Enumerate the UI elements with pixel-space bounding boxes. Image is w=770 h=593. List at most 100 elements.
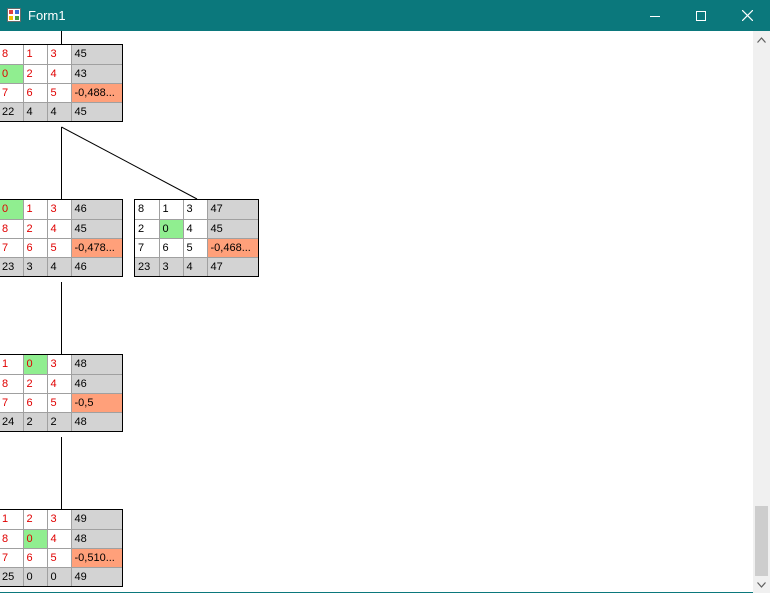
grid-cell: 49: [71, 567, 122, 586]
grid-cell: -0,510...: [71, 548, 122, 568]
grid-cell: 2: [23, 64, 48, 84]
scroll-up-button[interactable]: [753, 31, 770, 48]
grid-cell: 4: [47, 64, 72, 84]
grid-cell: 8: [0, 529, 24, 549]
grid-cell: 4: [23, 102, 48, 121]
grid-cell: 1: [23, 200, 48, 220]
grid-cell: 6: [23, 393, 48, 413]
grid-cell: 8: [135, 200, 160, 220]
connector: [61, 126, 198, 200]
grid-cell: 1: [23, 45, 48, 65]
grid-cell: -0,468...: [207, 238, 258, 258]
grid-cell: 48: [71, 412, 122, 431]
grid-cell: 4: [47, 257, 72, 276]
grid-cell: 0: [23, 355, 48, 375]
grid-cell: 3: [47, 355, 72, 375]
grid-cell: 2: [23, 510, 48, 530]
grid-cell: 6: [23, 238, 48, 258]
grid-cell: 3: [47, 45, 72, 65]
grid-cell: 6: [23, 548, 48, 568]
grid-cell: 5: [183, 238, 208, 258]
grid-cell: 24: [0, 412, 24, 431]
grid-cell: 1: [0, 355, 24, 375]
grid-cell: -0,478...: [71, 238, 122, 258]
grid-cell: 46: [71, 374, 122, 394]
grid-cell: 0: [159, 219, 184, 239]
grid-cell: 2: [23, 219, 48, 239]
grid-cell: 1: [159, 200, 184, 220]
grid-cell: 7: [0, 83, 24, 103]
grid-cell: 7: [0, 393, 24, 413]
grid-cell: 3: [47, 200, 72, 220]
grid-cell: 3: [159, 257, 184, 276]
grid-cell: 4: [183, 257, 208, 276]
state-grid: 0 1 3 46 8 2 4 45 7 6 5 -0,478... 23 3 4: [0, 199, 123, 277]
close-button[interactable]: [724, 0, 770, 31]
grid-cell: 4: [47, 374, 72, 394]
grid-cell: 3: [47, 510, 72, 530]
grid-cell: 7: [0, 238, 24, 258]
grid-cell: 8: [0, 219, 24, 239]
grid-cell: 5: [47, 238, 72, 258]
grid-cell: 3: [23, 257, 48, 276]
grid-cell: 45: [71, 102, 122, 121]
grid-cell: 5: [47, 83, 72, 103]
state-grid: 8 1 3 45 0 2 4 43 7 6 5 -0,488... 22 4 4: [0, 44, 123, 122]
scroll-down-button[interactable]: [753, 576, 770, 593]
grid-cell: 22: [0, 102, 24, 121]
grid-cell: 5: [47, 393, 72, 413]
grid-cell: 49: [71, 510, 122, 530]
grid-cell: -0,5: [71, 393, 122, 413]
grid-cell: 2: [23, 412, 48, 431]
grid-cell: 8: [0, 374, 24, 394]
state-grid: 8 1 3 47 2 0 4 45 7 6 5 -0,468... 23 3 4: [134, 199, 259, 277]
grid-cell: 48: [71, 529, 122, 549]
title-bar: Form1: [0, 0, 770, 31]
grid-cell: 5: [47, 548, 72, 568]
grid-cell: 1: [0, 510, 24, 530]
window-title: Form1: [28, 8, 66, 23]
grid-cell: 7: [135, 238, 160, 258]
close-icon: [741, 10, 753, 21]
grid-cell: 4: [47, 102, 72, 121]
state-grid: 1 0 3 48 8 2 4 46 7 6 5 -0,5 24 2 2 48: [0, 354, 123, 432]
scrollbar-thumb[interactable]: [755, 506, 768, 576]
grid-cell: 6: [159, 238, 184, 258]
grid-cell: 2: [47, 412, 72, 431]
arrow-down-icon: [757, 581, 766, 588]
grid-cell: 4: [183, 219, 208, 239]
minimize-button[interactable]: [632, 0, 678, 31]
state-grid: 1 2 3 49 8 0 4 48 7 6 5 -0,510... 25 0 0: [0, 509, 123, 587]
grid-cell: 2: [135, 219, 160, 239]
vertical-scrollbar[interactable]: [753, 31, 770, 593]
grid-cell: 2: [23, 374, 48, 394]
grid-cell: 3: [183, 200, 208, 220]
grid-cell: 46: [71, 200, 122, 220]
grid-cell: 25: [0, 567, 24, 586]
grid-cell: 8: [0, 45, 24, 65]
maximize-icon: [696, 10, 706, 21]
maximize-button[interactable]: [678, 0, 724, 31]
grid-cell: 0: [23, 567, 48, 586]
grid-cell: 23: [135, 257, 160, 276]
grid-cell: 47: [207, 200, 258, 220]
grid-cell: 48: [71, 355, 122, 375]
grid-cell: 23: [0, 257, 24, 276]
grid-cell: 45: [71, 45, 122, 65]
grid-cell: 45: [207, 219, 258, 239]
minimize-icon: [650, 15, 660, 17]
tree-canvas: 8 1 3 45 0 2 4 43 7 6 5 -0,488... 22 4 4: [0, 31, 770, 593]
grid-cell: 43: [71, 64, 122, 84]
arrow-up-icon: [757, 36, 766, 43]
grid-cell: 0: [0, 200, 24, 220]
grid-cell: 0: [23, 529, 48, 549]
grid-cell: 4: [47, 529, 72, 549]
grid-cell: 4: [47, 219, 72, 239]
grid-cell: 46: [71, 257, 122, 276]
grid-cell: 45: [71, 219, 122, 239]
grid-cell: 7: [0, 548, 24, 568]
grid-cell: 0: [47, 567, 72, 586]
grid-cell: 47: [207, 257, 258, 276]
form-icon: [7, 8, 21, 22]
grid-cell: 6: [23, 83, 48, 103]
